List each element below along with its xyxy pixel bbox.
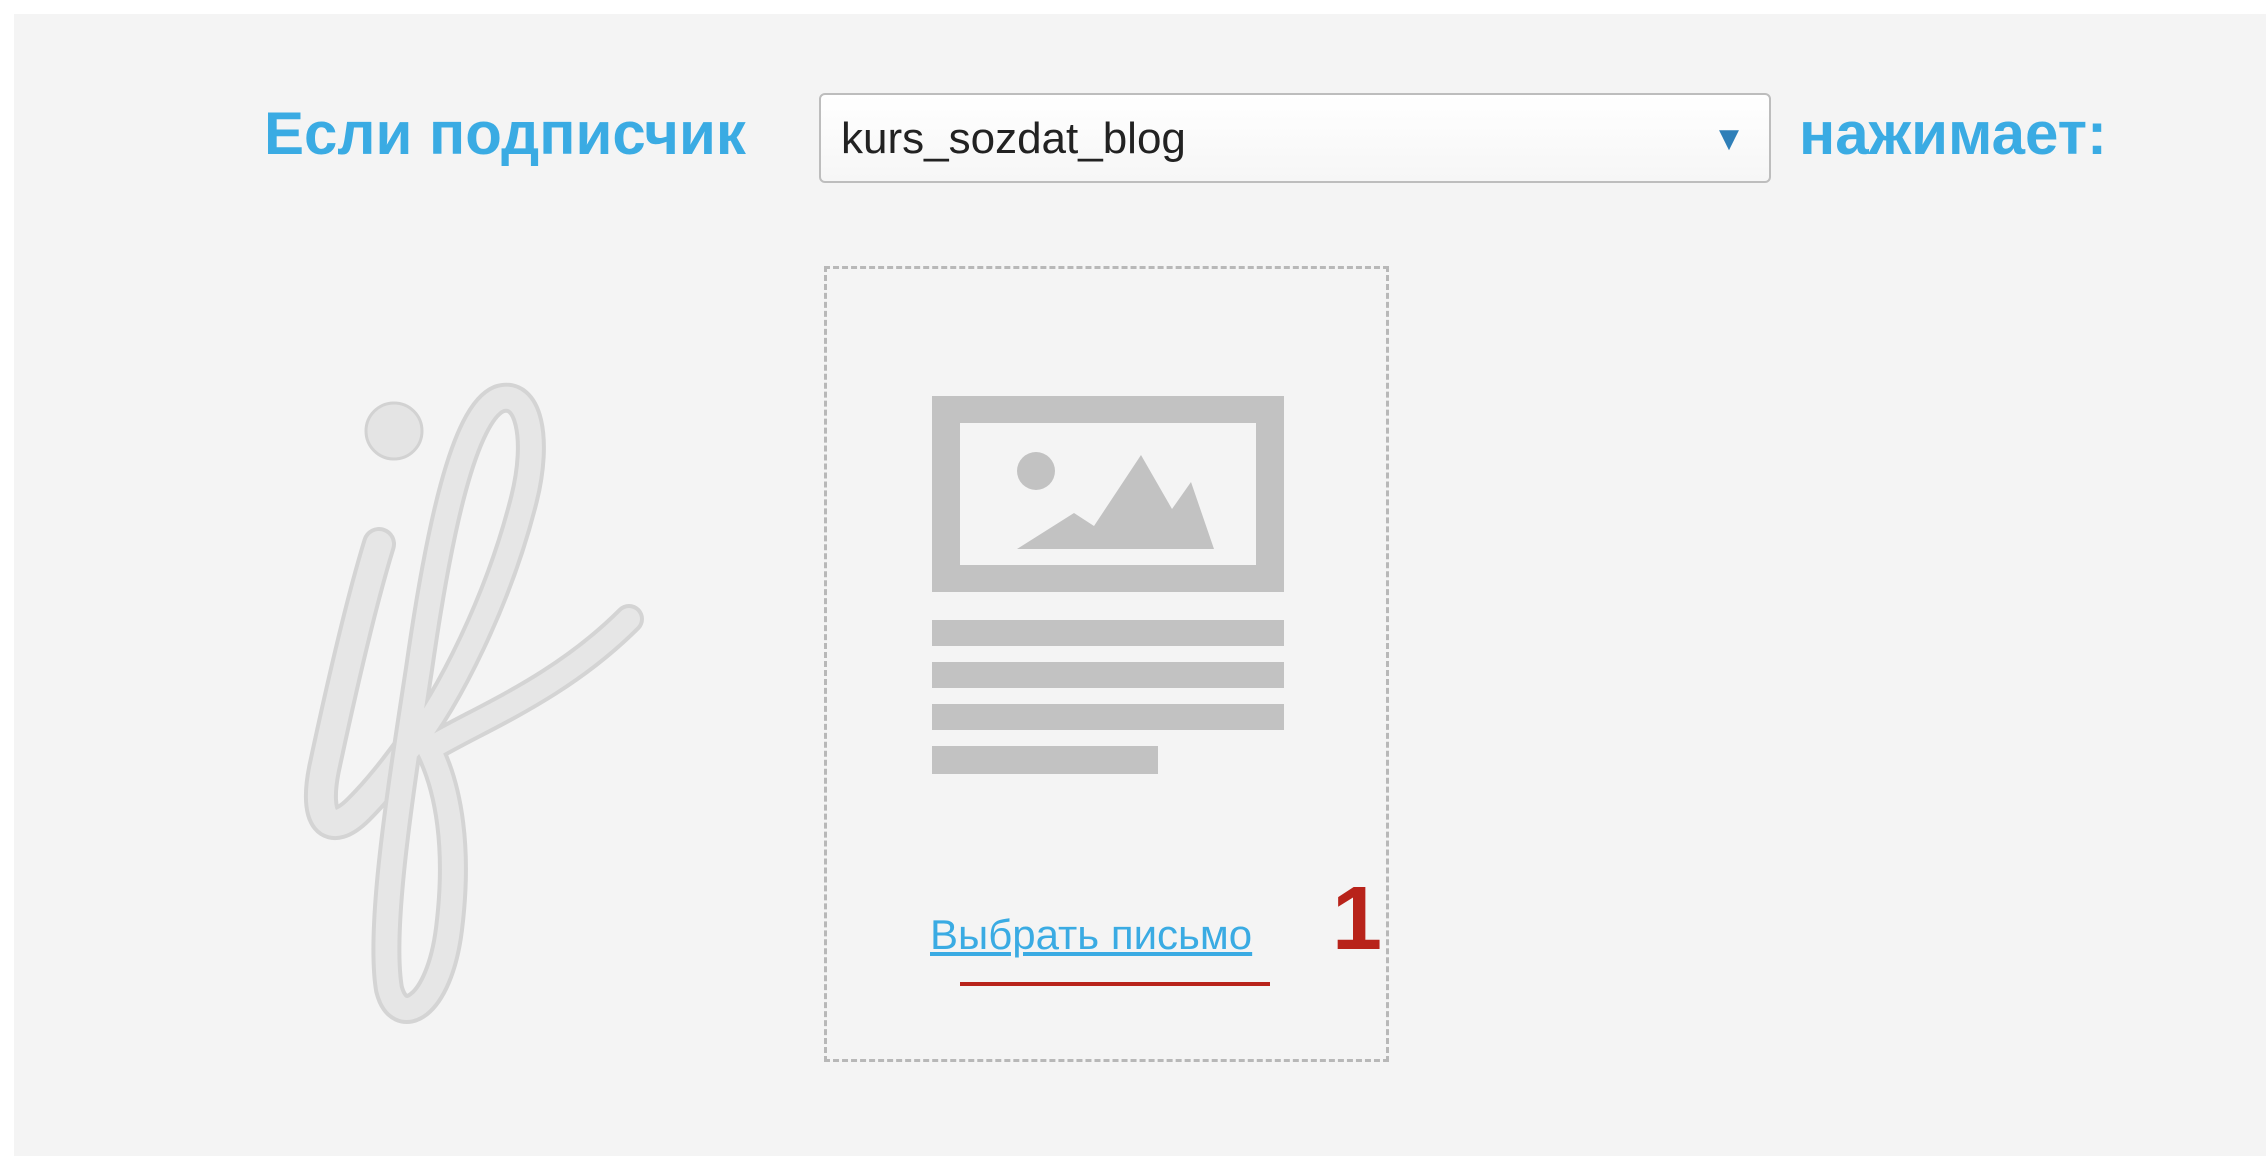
annotation-underline <box>960 982 1270 986</box>
annotation-number: 1 <box>1332 869 1383 969</box>
workflow-canvas: Если подписчик kurs_sozdat_blog ▼ нажима… <box>14 14 2266 1156</box>
condition-prefix-label: Если подписчик <box>264 100 746 167</box>
choose-email-link[interactable]: Выбрать письмо <box>930 914 1252 956</box>
script-if-icon <box>303 382 644 1024</box>
condition-suffix-label: нажимает: <box>1799 100 2107 167</box>
condition-row: Если подписчик kurs_sozdat_blog ▼ нажима… <box>14 14 2266 214</box>
email-drop-slot[interactable]: Выбрать письмо 1 <box>824 266 1389 1062</box>
email-placeholder-icon <box>932 396 1284 774</box>
chevron-down-icon: ▼ <box>1719 124 1739 154</box>
letter-select-value: kurs_sozdat_blog <box>841 114 1186 163</box>
letter-select[interactable]: kurs_sozdat_blog ▼ <box>819 93 1771 183</box>
